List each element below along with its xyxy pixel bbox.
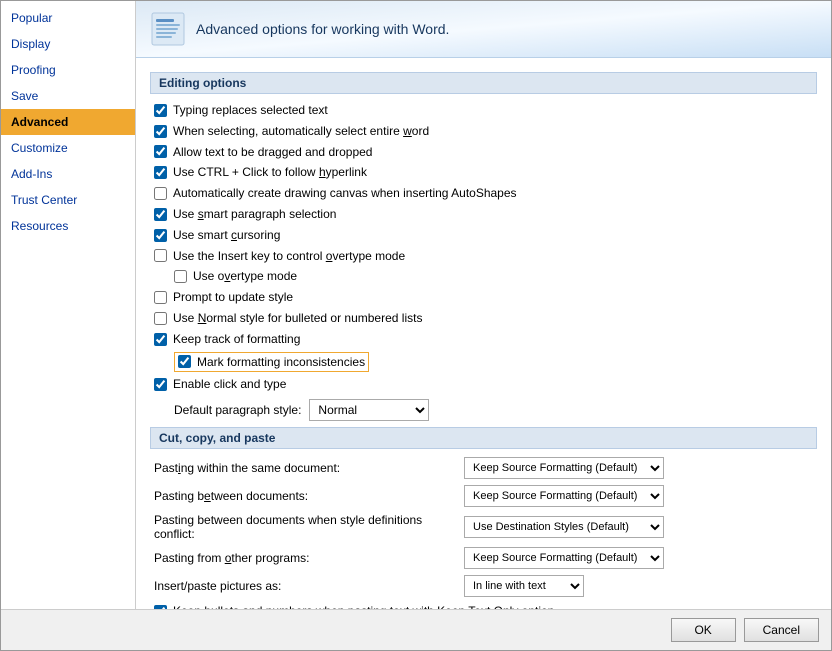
sidebar-item-resources[interactable]: Resources: [1, 213, 135, 239]
paste-same-row: Pasting within the same document: Keep S…: [150, 457, 817, 479]
cb-auto-select-word[interactable]: [154, 125, 167, 138]
option-auto-select-word: When selecting, automatically select ent…: [150, 123, 817, 140]
paste-between-label: Pasting between documents:: [154, 489, 464, 503]
sidebar-item-display[interactable]: Display: [1, 31, 135, 57]
paste-conflict-row: Pasting between documents when style def…: [150, 513, 817, 541]
cb-prompt-style[interactable]: [154, 291, 167, 304]
sidebar-item-popular[interactable]: Popular: [1, 5, 135, 31]
cb-ctrl-click[interactable]: [154, 166, 167, 179]
paragraph-style-row: Default paragraph style: Normal Heading …: [174, 399, 817, 421]
paste-between-select[interactable]: Keep Source Formatting (Default) Merge F…: [464, 485, 664, 507]
option-drag-drop: Allow text to be dragged and dropped: [150, 144, 817, 161]
sidebar-item-trustcenter[interactable]: Trust Center: [1, 187, 135, 213]
header-title: Advanced options for working with Word.: [196, 21, 449, 37]
option-mark-format: Mark formatting inconsistencies: [150, 352, 817, 373]
ok-button[interactable]: OK: [671, 618, 736, 642]
option-enable-click: Enable click and type: [150, 376, 817, 393]
option-smart-para: Use smart paragraph selection: [150, 206, 817, 223]
paste-other-select[interactable]: Keep Source Formatting (Default) Merge F…: [464, 547, 664, 569]
sidebar: Popular Display Proofing Save Advanced C…: [1, 1, 136, 609]
cancel-button[interactable]: Cancel: [744, 618, 819, 642]
paste-conflict-label: Pasting between documents when style def…: [154, 513, 464, 541]
cb-smart-para[interactable]: [154, 208, 167, 221]
cb-normal-style[interactable]: [154, 312, 167, 325]
editing-section-header: Editing options: [150, 72, 817, 94]
cb-smart-cursor[interactable]: [154, 229, 167, 242]
cb-typing-replaces[interactable]: [154, 104, 167, 117]
option-drawing-canvas: Automatically create drawing canvas when…: [150, 185, 817, 202]
option-prompt-style: Prompt to update style: [150, 289, 817, 306]
paragraph-style-select[interactable]: Normal Heading 1 Heading 2 Body Text: [309, 399, 429, 421]
insert-pictures-select[interactable]: In line with text Square Tight Through B…: [464, 575, 584, 597]
paste-other-label: Pasting from other programs:: [154, 551, 464, 565]
sidebar-item-customize[interactable]: Customize: [1, 135, 135, 161]
cb-overtype-mode[interactable]: [174, 270, 187, 283]
sidebar-item-advanced[interactable]: Advanced: [1, 109, 135, 135]
paste-same-select[interactable]: Keep Source Formatting (Default) Merge F…: [464, 457, 664, 479]
paste-other-row: Pasting from other programs: Keep Source…: [150, 547, 817, 569]
option-typing-replaces: Typing replaces selected text: [150, 102, 817, 119]
cb-drag-drop[interactable]: [154, 145, 167, 158]
cb-enable-click[interactable]: [154, 378, 167, 391]
content-area[interactable]: Editing options Typing replaces selected…: [136, 58, 831, 609]
paragraph-style-label: Default paragraph style:: [174, 403, 301, 417]
paste-between-row: Pasting between documents: Keep Source F…: [150, 485, 817, 507]
option-ctrl-click: Use CTRL + Click to follow hyperlink: [150, 164, 817, 181]
main-content: Advanced options for working with Word. …: [136, 1, 831, 609]
option-insert-key: Use the Insert key to control overtype m…: [150, 248, 817, 265]
insert-pictures-label: Insert/paste pictures as:: [154, 579, 464, 593]
sidebar-item-save[interactable]: Save: [1, 83, 135, 109]
sidebar-item-proofing[interactable]: Proofing: [1, 57, 135, 83]
insert-pictures-row: Insert/paste pictures as: In line with t…: [150, 575, 817, 597]
cb-drawing-canvas[interactable]: [154, 187, 167, 200]
cb-mark-format[interactable]: [178, 355, 191, 368]
dialog-header: Advanced options for working with Word.: [136, 1, 831, 58]
sidebar-item-addins[interactable]: Add-Ins: [1, 161, 135, 187]
cut-copy-paste-section-header: Cut, copy, and paste: [150, 427, 817, 449]
cb-insert-key[interactable]: [154, 249, 167, 262]
cb-mark-format-wrapper: Mark formatting inconsistencies: [174, 352, 369, 373]
paste-same-label: Pasting within the same document:: [154, 461, 464, 475]
word-options-icon: [150, 11, 186, 47]
option-smart-cursor: Use smart cursoring: [150, 227, 817, 244]
dialog-body: Popular Display Proofing Save Advanced C…: [1, 1, 831, 609]
bottom-bar: OK Cancel: [1, 609, 831, 650]
option-normal-style: Use Normal style for bulleted or numbere…: [150, 310, 817, 327]
cb-keep-track[interactable]: [154, 333, 167, 346]
option-overtype-mode: Use overtype mode: [150, 268, 817, 285]
paste-conflict-select[interactable]: Use Destination Styles (Default) Keep So…: [464, 516, 664, 538]
word-options-dialog: Popular Display Proofing Save Advanced C…: [0, 0, 832, 651]
option-keep-track: Keep track of formatting: [150, 331, 817, 348]
